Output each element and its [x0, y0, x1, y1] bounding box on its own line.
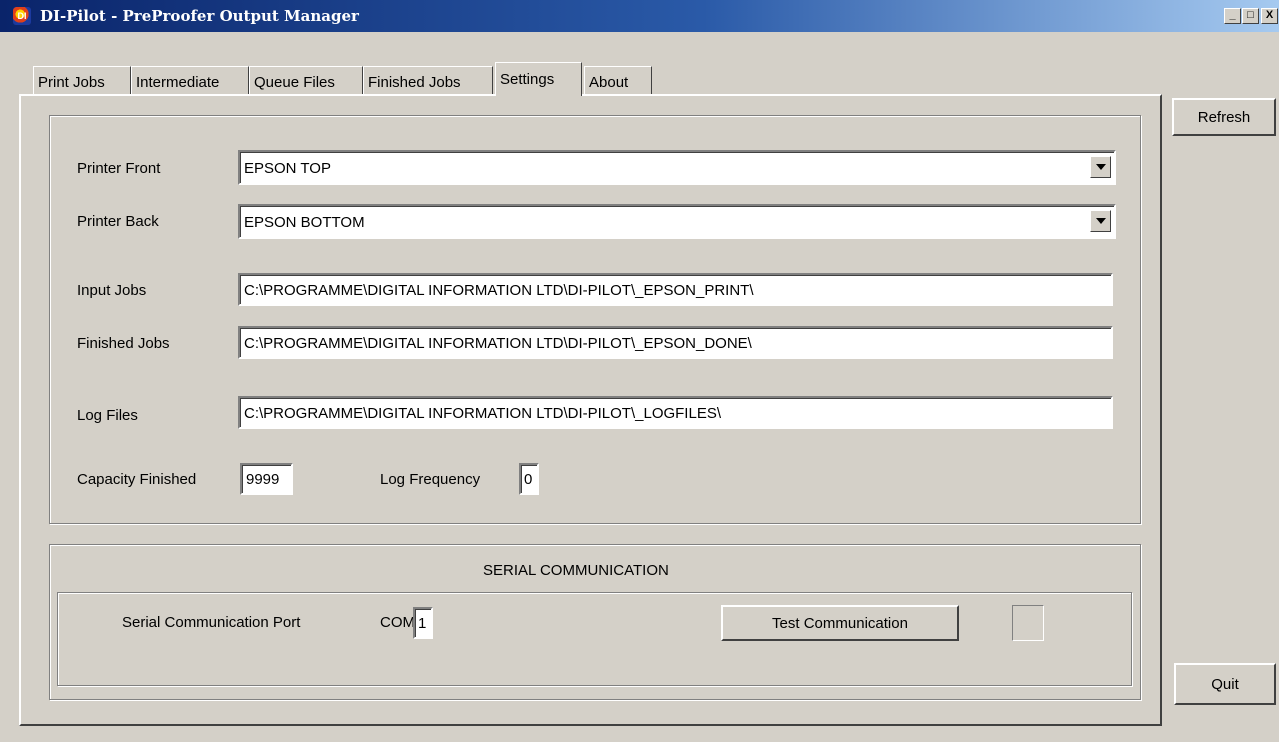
serial-inner-frame — [57, 592, 1132, 686]
tab-print-jobs[interactable]: Print Jobs — [33, 66, 131, 95]
status-indicator — [1012, 605, 1044, 641]
tab-settings[interactable]: Settings — [495, 62, 582, 96]
capacity-finished-field[interactable]: 9999 — [240, 463, 293, 495]
input-jobs-field[interactable]: C:\PROGRAMME\DIGITAL INFORMATION LTD\DI-… — [238, 273, 1113, 306]
log-files-field[interactable]: C:\PROGRAMME\DIGITAL INFORMATION LTD\DI-… — [238, 396, 1113, 429]
log-frequency-label: Log Frequency — [380, 471, 481, 488]
window-title: DI-Pilot - PreProofer Output Manager — [40, 7, 359, 25]
log-files-label: Log Files — [77, 407, 138, 424]
com-label: COM — [380, 614, 415, 631]
close-button[interactable]: X — [1261, 8, 1278, 24]
test-communication-button[interactable]: Test Communication — [721, 605, 959, 641]
printer-back-label: Printer Back — [77, 213, 159, 230]
printer-back-select[interactable]: EPSON BOTTOM — [238, 204, 1116, 239]
printer-back-dropdown-arrow-icon[interactable] — [1090, 210, 1111, 232]
printer-front-value: EPSON TOP — [244, 160, 331, 177]
minimize-button[interactable]: _ — [1224, 8, 1241, 24]
finished-jobs-field[interactable]: C:\PROGRAMME\DIGITAL INFORMATION LTD\DI-… — [238, 326, 1113, 359]
quit-button[interactable]: Quit — [1174, 663, 1276, 705]
app-logo-icon[interactable]: DI — [13, 7, 31, 25]
tab-queue-files[interactable]: Queue Files — [249, 66, 363, 95]
capacity-finished-label: Capacity Finished — [77, 471, 197, 488]
serial-communication-heading: SERIAL COMMUNICATION — [483, 562, 669, 579]
tab-intermediate[interactable]: Intermediate — [131, 66, 249, 95]
tab-finished-jobs[interactable]: Finished Jobs — [363, 66, 493, 95]
maximize-button[interactable]: □ — [1242, 8, 1259, 24]
printer-front-dropdown-arrow-icon[interactable] — [1090, 156, 1111, 178]
tab-about[interactable]: About — [584, 66, 652, 95]
serial-port-label: Serial Communication Port — [122, 614, 301, 631]
com-port-field[interactable]: 1 — [413, 607, 433, 639]
printer-front-label: Printer Front — [77, 160, 161, 177]
title-bar[interactable]: DI DI-Pilot - PreProofer Output Manager … — [0, 0, 1279, 32]
finished-jobs-label: Finished Jobs — [77, 335, 170, 352]
printer-front-select[interactable]: EPSON TOP — [238, 150, 1116, 185]
input-jobs-label: Input Jobs — [77, 282, 147, 299]
refresh-button[interactable]: Refresh — [1172, 98, 1276, 136]
printer-back-value: EPSON BOTTOM — [244, 214, 365, 231]
log-frequency-field[interactable]: 0 — [519, 463, 539, 495]
